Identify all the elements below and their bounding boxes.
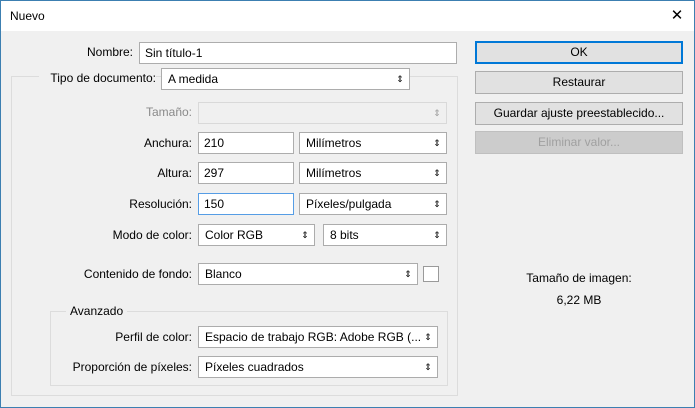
- updown-arrow-icon: ⇕: [433, 230, 441, 240]
- size-select: ⇕: [198, 102, 447, 124]
- resolution-input[interactable]: 150: [198, 193, 294, 215]
- resolution-unit-value: Píxeles/pulgada: [306, 197, 392, 211]
- height-input[interactable]: 297: [198, 162, 294, 184]
- background-value: Blanco: [205, 267, 242, 281]
- delete-preset-button: Eliminar valor...: [475, 131, 683, 154]
- image-size-value: 6,22 MB: [556, 293, 602, 307]
- updown-arrow-icon: ⇕: [433, 108, 441, 118]
- pixel-aspect-select[interactable]: Píxeles cuadrados ⇕: [198, 356, 438, 378]
- color-mode-select[interactable]: Color RGB ⇕: [198, 224, 315, 246]
- reset-button[interactable]: Restaurar: [475, 71, 683, 94]
- pixel-aspect-label: Proporción de píxeles:: [72, 360, 192, 374]
- color-profile-select[interactable]: Espacio de trabajo RGB: Adobe RGB (... ⇕: [198, 326, 438, 348]
- height-label: Altura:: [157, 166, 192, 180]
- dialog-title: Nuevo: [10, 9, 45, 23]
- background-color-swatch[interactable]: [423, 266, 439, 282]
- width-unit-value: Milímetros: [306, 136, 362, 150]
- color-mode-value: Color RGB: [205, 228, 264, 242]
- title-bar: Nuevo ✕: [1, 1, 694, 31]
- width-unit-select[interactable]: Milímetros ⇕: [299, 132, 447, 154]
- size-label: Tamaño:: [145, 105, 192, 119]
- bit-depth-value: 8 bits: [330, 228, 359, 242]
- updown-arrow-icon: ⇕: [433, 168, 441, 178]
- background-label: Contenido de fondo:: [83, 267, 192, 281]
- save-preset-button[interactable]: Guardar ajuste preestablecido...: [475, 102, 683, 125]
- advanced-legend: Avanzado: [66, 303, 128, 319]
- new-document-dialog: Nuevo ✕ Nombre: Sin título-1 Tipo de doc…: [0, 0, 695, 408]
- updown-arrow-icon: ⇕: [433, 199, 441, 209]
- image-size-label: Tamaño de imagen:: [526, 271, 632, 285]
- name-label: Nombre:: [86, 45, 133, 59]
- doc-type-select[interactable]: A medida ⇕: [161, 68, 410, 90]
- resolution-unit-select[interactable]: Píxeles/pulgada ⇕: [299, 193, 447, 215]
- name-input[interactable]: Sin título-1: [139, 42, 457, 64]
- height-unit-select[interactable]: Milímetros ⇕: [299, 162, 447, 184]
- updown-arrow-icon: ⇕: [433, 138, 441, 148]
- doc-type-value: A medida: [168, 72, 219, 86]
- resolution-label: Resolución:: [129, 197, 192, 211]
- width-input[interactable]: 210: [198, 132, 294, 154]
- bit-depth-select[interactable]: 8 bits ⇕: [323, 224, 447, 246]
- background-select[interactable]: Blanco ⇕: [198, 263, 418, 285]
- height-unit-value: Milímetros: [306, 166, 362, 180]
- width-label: Anchura:: [143, 136, 192, 150]
- color-profile-label: Perfil de color:: [115, 330, 192, 344]
- updown-arrow-icon: ⇕: [301, 230, 309, 240]
- close-icon[interactable]: ✕: [660, 1, 694, 31]
- color-mode-label: Modo de color:: [112, 228, 192, 242]
- pixel-aspect-value: Píxeles cuadrados: [205, 360, 304, 374]
- updown-arrow-icon: ⇕: [424, 332, 432, 342]
- updown-arrow-icon: ⇕: [424, 362, 432, 372]
- doc-type-label: Tipo de documento:: [39, 68, 156, 88]
- color-profile-value: Espacio de trabajo RGB: Adobe RGB (...: [205, 330, 422, 344]
- updown-arrow-icon: ⇕: [404, 269, 412, 279]
- updown-arrow-icon: ⇕: [396, 74, 404, 84]
- ok-button[interactable]: OK: [475, 41, 683, 64]
